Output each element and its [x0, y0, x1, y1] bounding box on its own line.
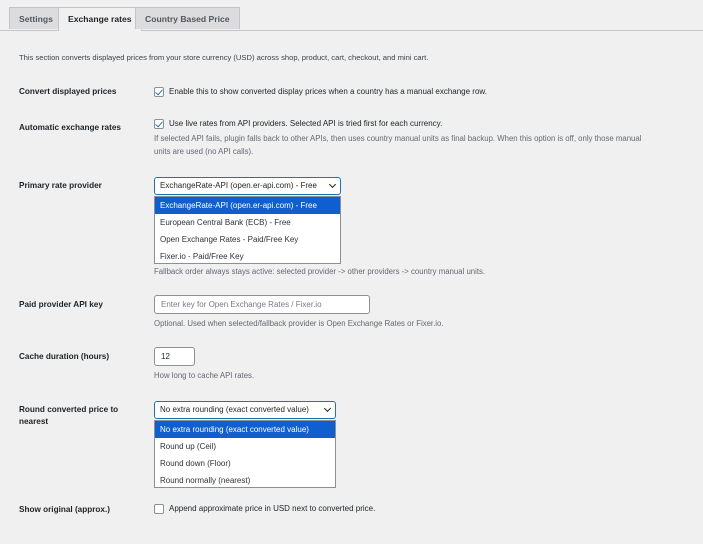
api-key-input[interactable]: [154, 295, 370, 314]
rounding-option[interactable]: Round down (Floor): [155, 455, 335, 472]
api-key-desc: Optional. Used when selected/fallback pr…: [154, 319, 444, 328]
rounding-select-value: No extra rounding (exact converted value…: [160, 405, 309, 414]
auto-rates-desc-line1: If selected API fails, plugin falls back…: [154, 134, 642, 143]
section-description: This section converts displayed prices f…: [19, 53, 429, 62]
auto-rates-desc-line2: units are used (no API calls).: [154, 147, 254, 156]
convert-prices-checkbox[interactable]: [154, 87, 164, 97]
rounding-option[interactable]: Round normally (nearest): [155, 472, 335, 489]
provider-option[interactable]: Open Exchange Rates - Paid/Free Key: [155, 231, 340, 248]
checkmark-icon: [155, 87, 163, 96]
chevron-down-icon: [323, 404, 332, 413]
tab-country-based-price[interactable]: Country Based Price: [135, 7, 240, 29]
show-original-checkbox[interactable]: [154, 504, 164, 514]
checkmark-icon: [155, 119, 163, 128]
settings-tabs: Settings Exchange rates Country Based Pr…: [0, 0, 703, 31]
show-original-label: Show original (approx.): [19, 505, 110, 514]
convert-prices-text: Enable this to show converted display pr…: [169, 87, 487, 96]
provider-select[interactable]: ExchangeRate-API (open.er-api.com) - Fre…: [154, 177, 341, 195]
provider-dropdown: ExchangeRate-API (open.er-api.com) - Fre…: [154, 196, 341, 264]
provider-option[interactable]: Fixer.io - Paid/Free Key: [155, 248, 340, 265]
rounding-dropdown: No extra rounding (exact converted value…: [154, 420, 336, 488]
auto-rates-text: Use live rates from API providers. Selec…: [169, 119, 443, 128]
chevron-down-icon: [328, 180, 337, 189]
cache-label: Cache duration (hours): [19, 352, 110, 361]
api-key-label: Paid provider API key: [19, 300, 103, 309]
rounding-option[interactable]: Round up (Ceil): [155, 438, 335, 455]
rounding-option[interactable]: No extra rounding (exact converted value…: [155, 421, 335, 438]
provider-select-value: ExchangeRate-API (open.er-api.com) - Fre…: [160, 181, 317, 190]
convert-prices-label: Convert displayed prices: [19, 87, 117, 96]
cache-hours-input[interactable]: [154, 347, 195, 366]
provider-option[interactable]: European Central Bank (ECB) - Free: [155, 214, 340, 231]
tab-settings[interactable]: Settings: [9, 7, 63, 29]
provider-option[interactable]: ExchangeRate-API (open.er-api.com) - Fre…: [155, 197, 340, 214]
tab-exchange-rates[interactable]: Exchange rates: [58, 7, 142, 31]
cache-desc: How long to cache API rates.: [154, 371, 255, 380]
rounding-label-line2: nearest: [19, 417, 49, 426]
auto-rates-label: Automatic exchange rates: [19, 123, 121, 132]
provider-label: Primary rate provider: [19, 181, 102, 190]
provider-desc: Fallback order always stays active: sele…: [154, 267, 486, 276]
rounding-select[interactable]: No extra rounding (exact converted value…: [154, 401, 336, 419]
auto-rates-checkbox[interactable]: [154, 119, 164, 129]
show-original-text: Append approximate price in USD next to …: [169, 504, 376, 513]
